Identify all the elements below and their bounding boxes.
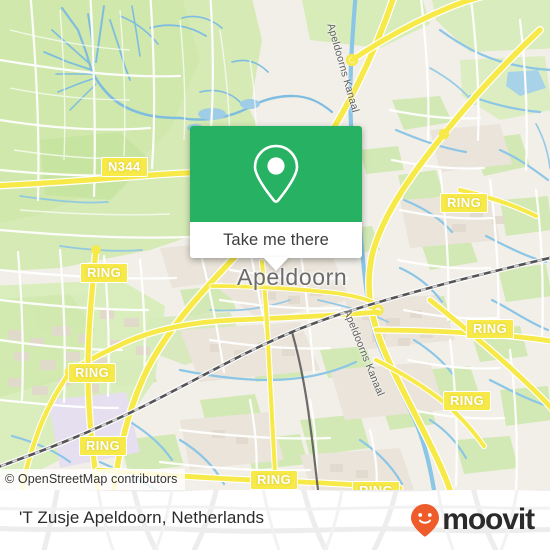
- popup-tail-pointer: [263, 257, 289, 271]
- road-shield[interactable]: RING: [440, 193, 489, 213]
- take-me-there-label: Take me there: [223, 230, 329, 249]
- moovit-pin-smiley-icon: [411, 504, 440, 537]
- footer-bar: 'T Zusje Apeldoorn, Netherlands moovit: [0, 490, 550, 550]
- road-shield[interactable]: RING: [443, 391, 492, 411]
- road-shield[interactable]: RING: [250, 470, 299, 490]
- road-shield[interactable]: RING: [79, 436, 128, 456]
- map-attribution: © OpenStreetMap contributors: [0, 469, 185, 490]
- moovit-map-screenshot: Apeldoorn Apeldoorns Kanaal Apeldoorns K…: [0, 0, 550, 550]
- road-shield[interactable]: N344: [101, 157, 148, 177]
- moovit-logo[interactable]: moovit: [409, 503, 535, 537]
- road-shield[interactable]: RING: [68, 363, 117, 383]
- road-shield[interactable]: RING: [80, 263, 129, 283]
- moovit-wordmark: moovit: [442, 503, 535, 536]
- location-title: 'T Zusje Apeldoorn, Netherlands: [19, 508, 265, 527]
- road-shield[interactable]: RING: [352, 481, 401, 490]
- location-popup[interactable]: Take me there: [190, 126, 362, 271]
- road-shield[interactable]: RING: [466, 319, 515, 339]
- popup-pin-area: [190, 126, 362, 222]
- location-pin-icon: [253, 144, 299, 203]
- popup-action-bar[interactable]: Take me there: [190, 222, 362, 271]
- map-city-label: Apeldoorn: [237, 264, 348, 290]
